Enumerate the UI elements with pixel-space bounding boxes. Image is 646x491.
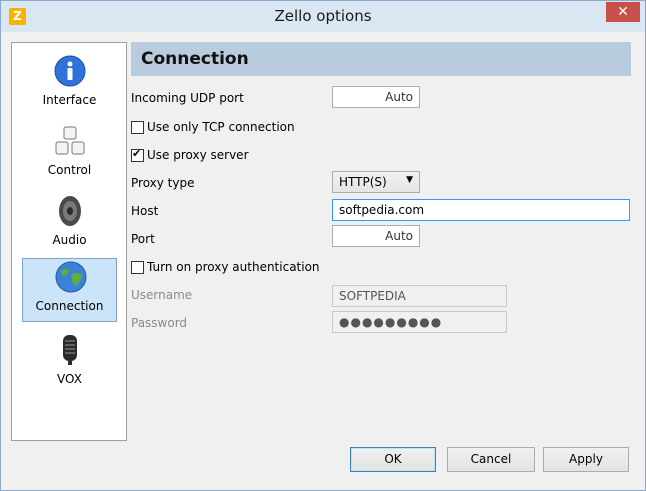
sidebar-item-audio[interactable]: Audio	[22, 193, 117, 257]
proxy-type-select[interactable]: HTTP(S) ▼	[332, 171, 420, 193]
info-icon	[54, 55, 86, 87]
ok-button[interactable]: OK	[350, 447, 436, 472]
window-title: Zello options	[274, 7, 372, 25]
apply-button[interactable]: Apply	[543, 447, 629, 472]
udp-port-label: Incoming UDP port	[131, 91, 244, 105]
port-label: Port	[131, 232, 155, 246]
title-bar[interactable]: Z Zello options ✕	[1, 1, 645, 32]
proxy-auth-label[interactable]: Turn on proxy authentication	[147, 260, 320, 274]
password-label: Password	[131, 316, 188, 330]
host-input[interactable]: softpedia.com	[332, 199, 630, 221]
category-sidebar: Interface Control Audio Connection VOX	[11, 42, 127, 441]
use-proxy-checkbox[interactable]	[131, 147, 144, 162]
cancel-button[interactable]: Cancel	[447, 447, 535, 472]
sidebar-item-label: Connection	[35, 299, 104, 313]
sidebar-item-label: Interface	[42, 93, 97, 107]
sidebar-item-connection[interactable]: Connection	[22, 258, 117, 322]
use-proxy-label[interactable]: Use proxy server	[147, 148, 249, 162]
proxy-type-label: Proxy type	[131, 176, 195, 190]
proxy-type-value: HTTP(S)	[339, 175, 387, 189]
port-input[interactable]: Auto	[332, 225, 420, 247]
username-input[interactable]: SOFTPEDIA	[332, 285, 507, 307]
speaker-icon	[59, 196, 81, 226]
keys-icon	[55, 126, 85, 155]
tcp-only-checkbox[interactable]	[131, 121, 144, 134]
username-label: Username	[131, 288, 193, 302]
chevron-down-icon: ▼	[406, 175, 413, 185]
proxy-auth-checkbox[interactable]	[131, 261, 144, 274]
section-header: Connection	[131, 42, 631, 76]
globe-icon	[55, 261, 87, 293]
sidebar-item-label: VOX	[57, 372, 82, 386]
host-label: Host	[131, 204, 159, 218]
close-button[interactable]: ✕	[606, 2, 640, 22]
sidebar-item-label: Control	[47, 163, 92, 177]
section-title: Connection	[141, 49, 249, 69]
password-input[interactable]: ●●●●●●●●●	[332, 311, 507, 333]
options-window: Z Zello options ✕ Interface Control Audi…	[0, 0, 646, 491]
udp-port-input[interactable]: Auto	[332, 86, 420, 108]
sidebar-item-control[interactable]: Control	[22, 123, 117, 187]
sidebar-item-label: Audio	[52, 233, 87, 247]
tcp-only-label[interactable]: Use only TCP connection	[147, 120, 295, 134]
sidebar-item-interface[interactable]: Interface	[22, 53, 117, 117]
sidebar-item-vox[interactable]: VOX	[22, 332, 117, 396]
microphone-icon	[63, 335, 77, 365]
